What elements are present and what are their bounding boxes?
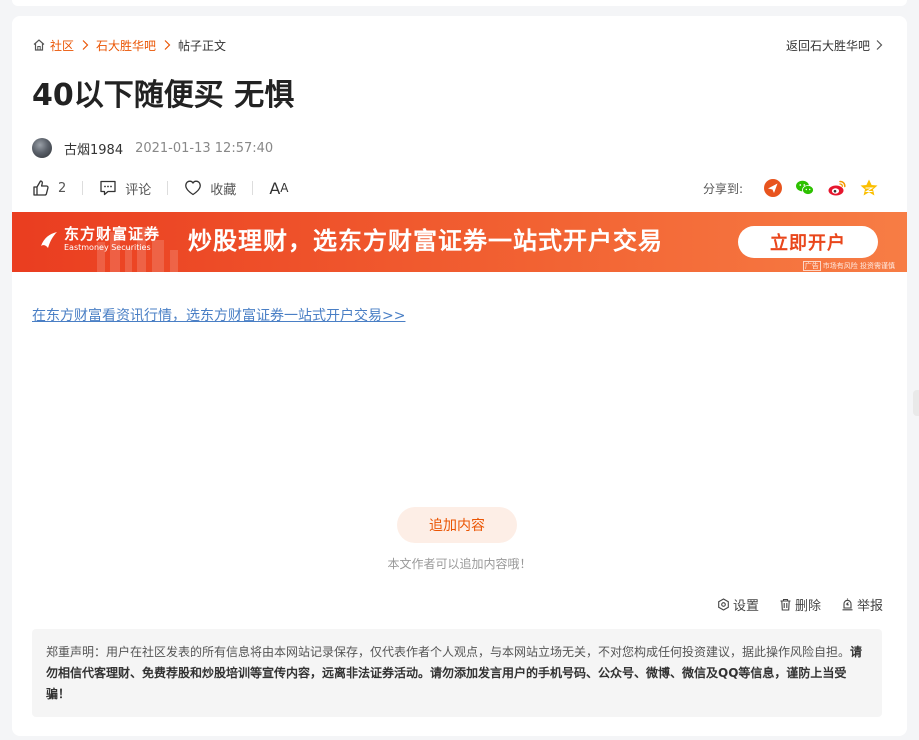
previous-card-edge [12, 0, 907, 6]
share-bar: 分享到: [703, 176, 879, 200]
font-size-toggle[interactable]: AA [269, 179, 288, 198]
font-size-large: A [269, 178, 281, 198]
share-label: 分享到: [702, 181, 743, 196]
promo-link[interactable]: 在东方财富看资讯行情，选东方财富证券一站式开户交易>> [32, 306, 405, 326]
post-card: 社区 石大胜华吧 帖子正文 返回石大胜华吧 40以下随便买 无惧 古烟1984 … [12, 16, 907, 736]
favorite-label: 收藏 [210, 182, 237, 198]
banner-slogan: 炒股理财，选东方财富证券一站式开户交易 [188, 227, 663, 255]
settings-label: 设置 [732, 598, 759, 614]
eastmoney-logo: 东方财富证券 Eastmoney Securities [38, 226, 160, 253]
open-account-button[interactable]: 立即开户 [738, 226, 878, 258]
report-label: 举报 [856, 598, 883, 614]
ad-tag: 广告 [802, 261, 821, 271]
ad-banner[interactable]: 东方财富证券 Eastmoney Securities 炒股理财，选东方财富证券… [12, 212, 907, 272]
disclaimer-text: 郑重声明：用户在社区发表的所有信息将由本网站记录保存，仅代表作者个人观点，与本网… [46, 645, 851, 659]
settings-button[interactable]: 设置 [717, 595, 759, 614]
add-content-button[interactable]: 追加内容 [397, 507, 517, 543]
alarm-bell-icon [842, 598, 853, 610]
breadcrumb-forum-link[interactable]: 石大胜华吧 [96, 37, 156, 54]
delete-button[interactable]: 删除 [779, 595, 821, 614]
divider [82, 181, 84, 195]
heart-icon [185, 180, 202, 196]
like-button[interactable]: 2 [32, 179, 66, 197]
chevron-right-icon [82, 40, 89, 50]
back-link-label: 返回石大胜华吧 [785, 38, 870, 53]
chevron-right-icon [164, 40, 171, 50]
sina-weibo-icon[interactable] [827, 178, 847, 198]
post-tools: 设置 删除 举报 [697, 594, 883, 614]
risk-note: 市场有风险 投资需谨慎 [822, 262, 895, 270]
disclaimer: 郑重声明：用户在社区发表的所有信息将由本网站记录保存，仅代表作者个人观点，与本网… [32, 629, 882, 717]
gear-icon [718, 597, 729, 611]
delete-label: 删除 [794, 598, 821, 614]
author-name[interactable]: 古烟1984 [64, 139, 123, 158]
divider [167, 181, 169, 195]
author-info: 古烟1984 2021-01-13 12:57:40 [32, 137, 273, 159]
logo-cn-text: 东方财富证券 [64, 225, 161, 243]
comment-label: 评论 [125, 182, 152, 198]
comment-button[interactable]: 评论 [99, 179, 151, 198]
post-time: 2021-01-13 12:57:40 [135, 140, 274, 156]
add-content-hint: 本文作者可以追加内容哦！ [387, 557, 532, 571]
divider [252, 181, 254, 195]
breadcrumb-current: 帖子正文 [178, 38, 227, 53]
side-scroll-handle[interactable] [913, 390, 919, 416]
avatar[interactable] [32, 138, 52, 158]
report-button[interactable]: 举报 [841, 595, 883, 614]
eastmoney-logo-icon [41, 231, 57, 248]
qzone-icon[interactable] [859, 178, 879, 198]
like-count: 2 [58, 180, 67, 196]
home-icon[interactable] [32, 38, 46, 52]
banner-disclaimer: 广告 市场有风险 投资需谨慎 [802, 261, 895, 271]
back-to-forum-link[interactable]: 返回石大胜华吧 [786, 36, 883, 54]
weibo-toutiao-icon[interactable] [763, 178, 783, 198]
favorite-button[interactable]: 收藏 [184, 179, 236, 198]
post-title: 40以下随便买 无惧 [32, 78, 295, 113]
chevron-right-icon [876, 40, 883, 50]
trash-icon [780, 598, 791, 611]
breadcrumb: 社区 石大胜华吧 帖子正文 [32, 36, 226, 54]
comment-icon [100, 180, 116, 196]
thumbs-up-icon [33, 180, 49, 196]
breadcrumb-home-link[interactable]: 社区 [50, 37, 74, 54]
post-actions: 2 评论 收藏 AA [32, 177, 288, 199]
wechat-icon[interactable] [795, 178, 815, 198]
logo-en-text: Eastmoney Securities [64, 243, 151, 252]
font-size-small: A [280, 181, 289, 195]
